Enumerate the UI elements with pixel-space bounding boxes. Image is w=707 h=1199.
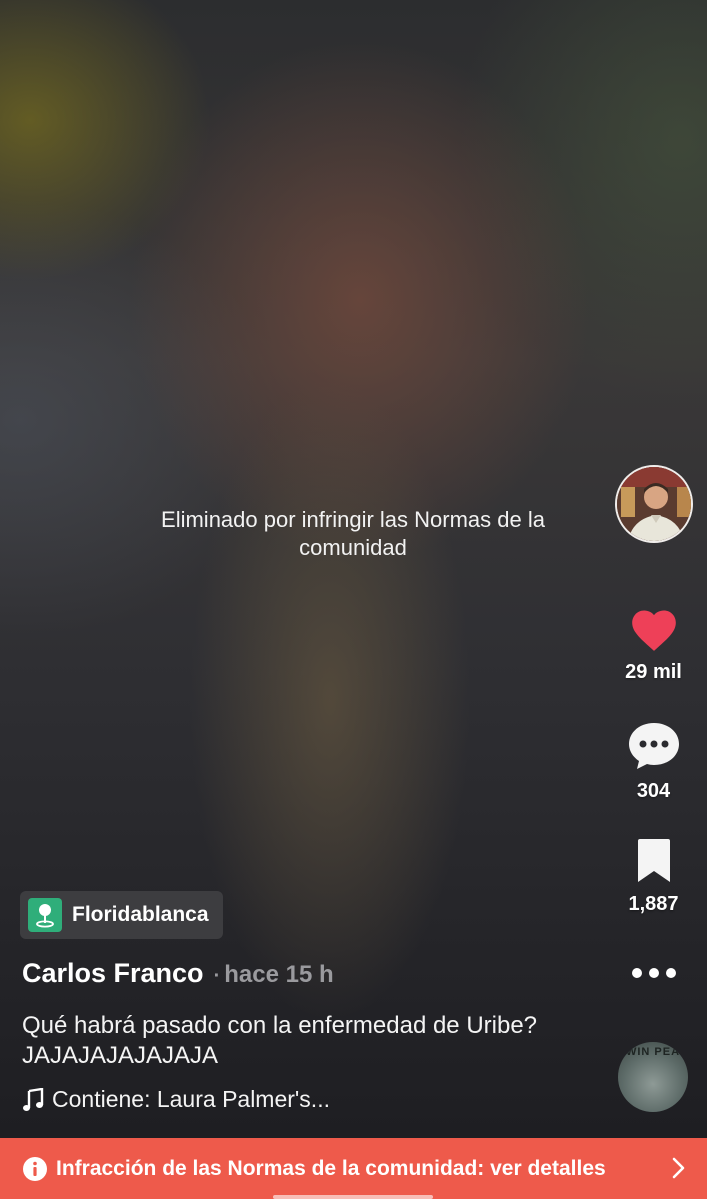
sound-disc[interactable]: WIN PEA <box>618 1042 688 1112</box>
location-pin-icon <box>28 898 62 932</box>
dot <box>649 968 659 978</box>
music-note-icon <box>23 1087 44 1111</box>
author-name[interactable]: Carlos Franco <box>22 958 204 988</box>
like-count: 29 mil <box>625 661 682 683</box>
removed-notice: Eliminado por infringir las Normas de la… <box>161 507 545 560</box>
creator-avatar[interactable] <box>615 465 693 543</box>
home-indicator <box>273 1195 433 1199</box>
disc-label: WIN PEA <box>625 1046 681 1058</box>
violation-banner[interactable]: Infracción de las Normas de la comunidad… <box>0 1138 707 1199</box>
chevron-right-icon <box>672 1157 685 1179</box>
comment-action[interactable]: 304 <box>600 721 707 803</box>
location-label: Floridablanca <box>72 903 209 926</box>
post-time: hace 15 h <box>224 961 334 988</box>
location-tag[interactable]: Floridablanca <box>20 891 223 939</box>
comment-count: 304 <box>636 780 671 802</box>
comment-bubble-icon[interactable] <box>627 721 681 771</box>
more-dots-icon[interactable] <box>632 968 676 978</box>
dot <box>666 968 676 978</box>
author-line: Carlos Franco · hace 15 h <box>22 958 334 989</box>
post-caption[interactable]: Qué habrá pasado con la enfermedad de Ur… <box>22 1011 582 1071</box>
like-action[interactable]: 29 mil <box>600 604 707 684</box>
bookmark-icon[interactable] <box>634 838 674 884</box>
music-label: Contiene: Laura Palmer's... <box>52 1086 330 1112</box>
music-row[interactable]: Contiene: Laura Palmer's... <box>22 1086 330 1113</box>
separator: · <box>213 965 221 987</box>
save-count: 1,887 <box>628 893 679 915</box>
banner-text: Infracción de las Normas de la comunidad… <box>56 1156 606 1180</box>
save-action[interactable]: 1,887 <box>600 838 707 916</box>
dot <box>632 968 642 978</box>
heart-icon[interactable] <box>627 604 681 652</box>
info-icon <box>23 1156 47 1181</box>
